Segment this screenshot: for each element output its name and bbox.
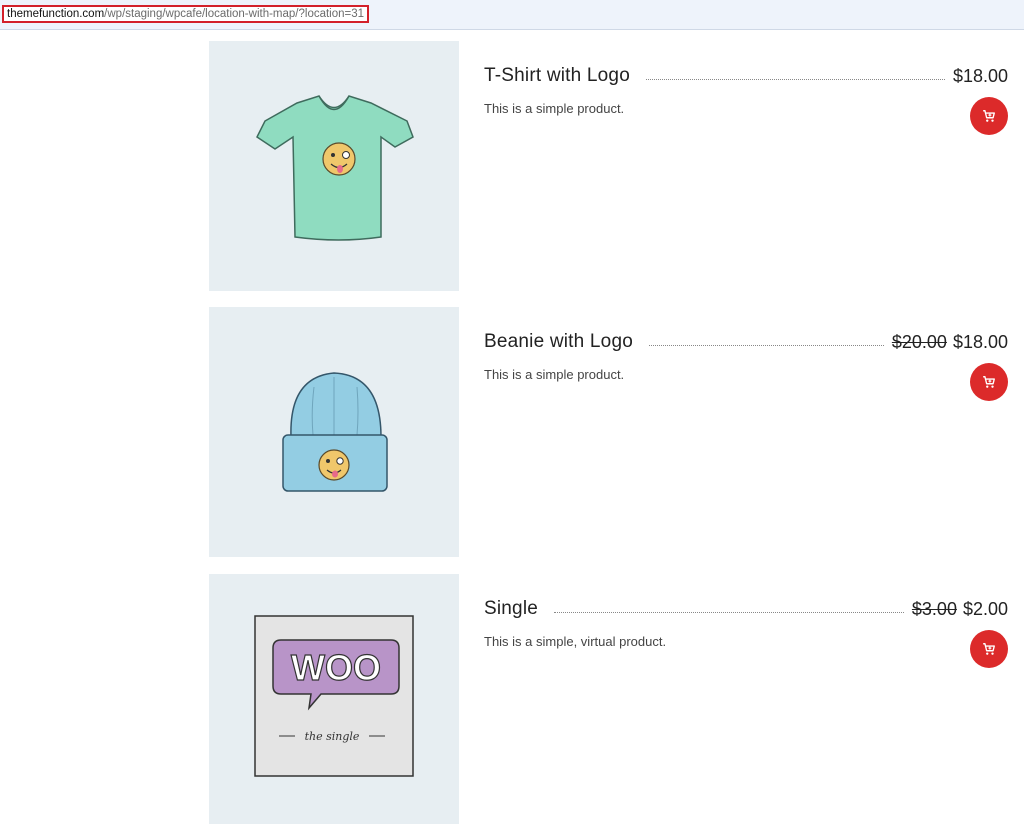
product-image[interactable] [209,41,459,291]
product-title[interactable]: Single [484,598,538,620]
url-field[interactable]: themefunction.com/wp/staging/wpcafe/loca… [2,5,370,23]
product-item-beanie: Beanie with Logo $20.00 $18.00 This is a … [209,307,1024,557]
product-price: $3.00 $2.00 [912,599,1008,620]
cart-icon [983,110,995,122]
original-price: $20.00 [891,331,947,352]
product-price: $20.00 $18.00 [892,332,1008,353]
url-domain: themefunction.com [7,8,105,20]
url-path: /wp/staging/wpcafe/location-with-map/?lo… [104,8,365,20]
dotted-leader [645,78,945,80]
cart-icon [983,376,995,388]
woo-single-image: WOO the single [254,615,414,777]
product-title[interactable]: Beanie with Logo [484,331,633,353]
current-price: $18.00 [952,65,1008,86]
tshirt-image [256,95,414,241]
cart-icon [983,643,995,655]
add-to-cart-button[interactable] [970,97,1008,135]
beanie-image [282,372,388,492]
product-description: This is a simple product. [484,367,625,382]
product-price: $18.00 [953,66,1008,87]
current-price: $2.00 [962,598,1008,619]
woo-caption-text: the single [305,730,360,743]
product-title[interactable]: T-Shirt with Logo [484,65,630,87]
product-item-tshirt: T-Shirt with Logo $18.00 This is a simpl… [209,41,1024,291]
dotted-leader [554,611,904,613]
original-price: $3.00 [911,598,957,619]
add-to-cart-button[interactable] [970,630,1008,668]
dotted-leader [648,344,884,346]
product-item-single: WOO the single Single $3.00 $2.00 This is… [209,574,1024,824]
product-image[interactable] [209,307,459,557]
current-price: $18.00 [952,331,1008,352]
product-image[interactable]: WOO the single [209,574,459,824]
product-description: This is a simple, virtual product. [484,634,667,649]
add-to-cart-button[interactable] [970,363,1008,401]
address-bar[interactable]: themefunction.com/wp/staging/wpcafe/loca… [0,0,1024,30]
product-description: This is a simple product. [484,101,625,116]
woo-logo-text: WOO [291,647,381,688]
